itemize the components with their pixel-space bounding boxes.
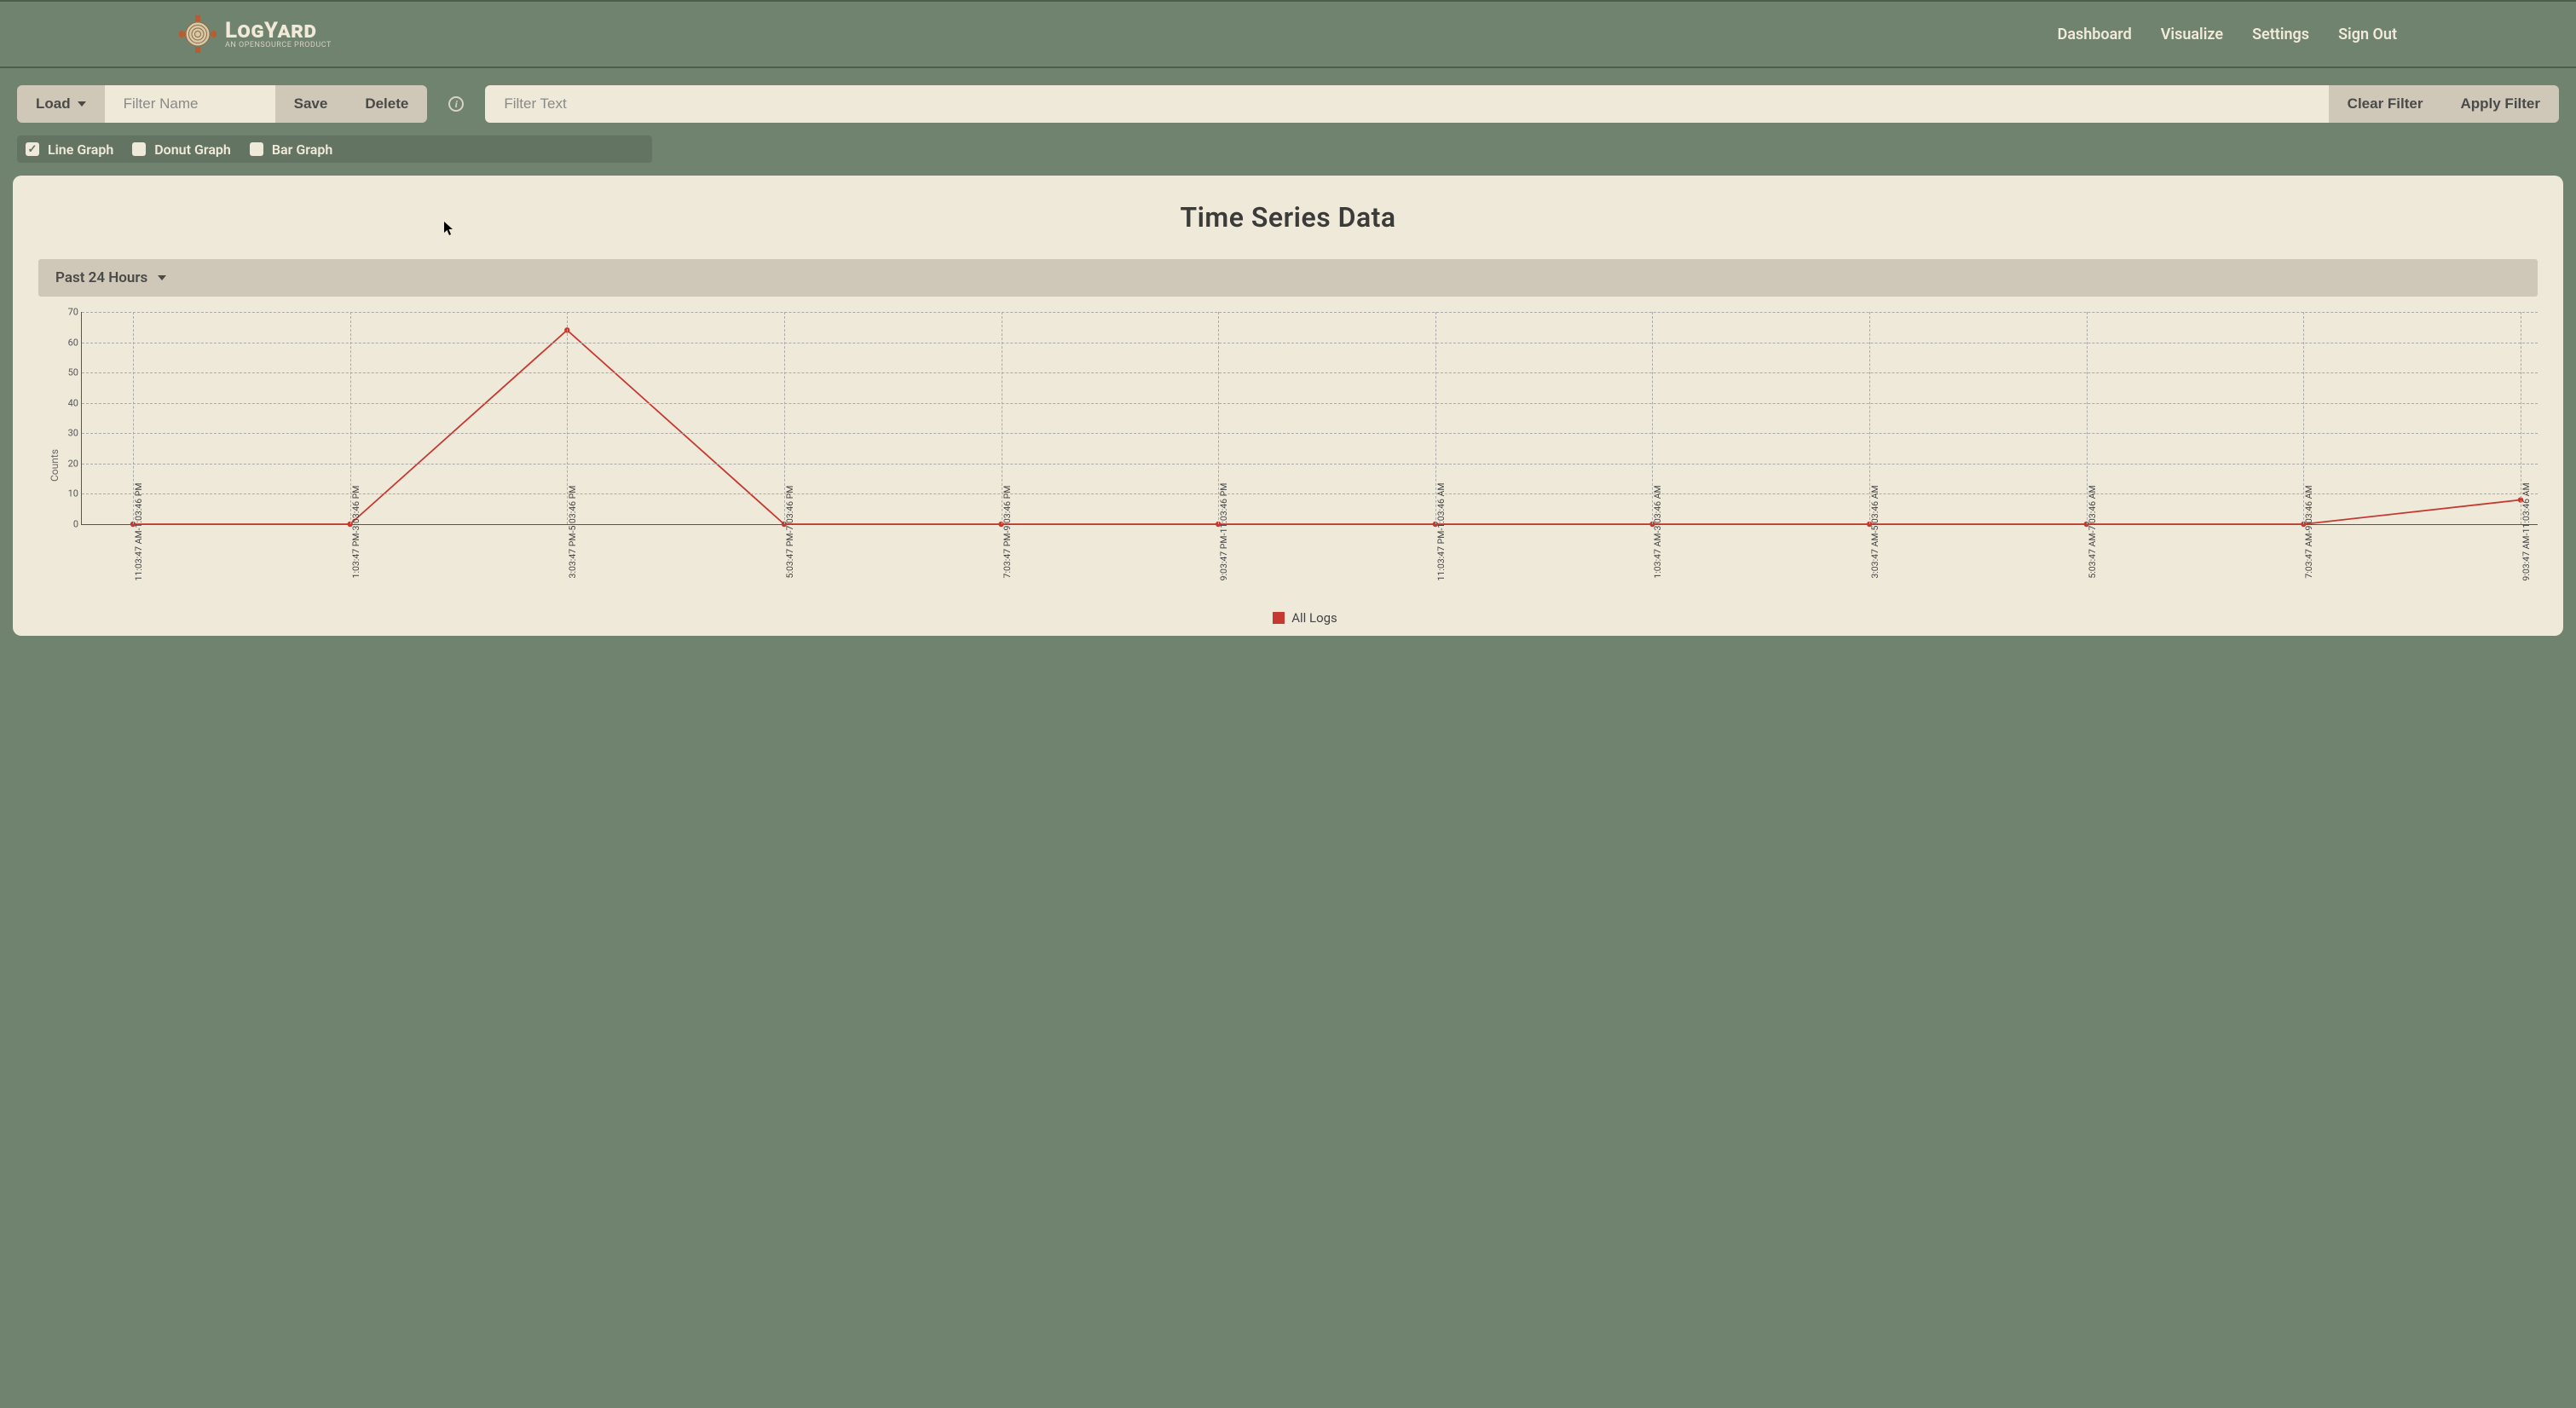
filter-crud-group: Load Save Delete xyxy=(17,85,427,123)
chart-area: Counts 01020304050607011:03:47 AM-1:03:4… xyxy=(38,312,2538,619)
filter-text-input[interactable] xyxy=(504,95,2309,113)
chart-series xyxy=(82,312,2538,524)
chart-panel: Time Series Data Past 24 Hours Counts 01… xyxy=(13,176,2563,636)
chevron-down-icon xyxy=(158,275,166,280)
toggle-donut-graph-label: Donut Graph xyxy=(154,141,231,158)
brand-name: LogYard xyxy=(225,20,332,42)
nav-dashboard[interactable]: Dashboard xyxy=(2058,26,2132,43)
clear-filter-button[interactable]: Clear Filter xyxy=(2329,85,2442,123)
nav-visualize[interactable]: Visualize xyxy=(2161,26,2223,43)
toggle-bar-graph[interactable]: Bar Graph xyxy=(250,141,332,158)
time-range-label: Past 24 Hours xyxy=(55,269,147,286)
top-navbar: LogYard AN OPENSOURCE PRODUCT Dashboard … xyxy=(0,0,2576,68)
toggle-bar-graph-label: Bar Graph xyxy=(272,141,332,158)
delete-button[interactable]: Delete xyxy=(346,85,427,123)
toggle-line-graph[interactable]: Line Graph xyxy=(26,141,113,158)
filter-toolbar: Load Save Delete i Clear Filter Apply Fi… xyxy=(0,68,2576,123)
nav-signout[interactable]: Sign Out xyxy=(2338,26,2397,43)
save-button[interactable]: Save xyxy=(275,85,347,123)
logo-icon xyxy=(179,15,217,53)
nav-links: Dashboard Visualize Settings Sign Out xyxy=(2058,26,2397,43)
chevron-down-icon xyxy=(78,101,86,107)
filter-name-input-wrap[interactable] xyxy=(105,85,275,123)
load-button[interactable]: Load xyxy=(17,85,105,123)
toggle-line-graph-label: Line Graph xyxy=(48,141,113,158)
checkbox-icon xyxy=(26,142,39,156)
brand: LogYard AN OPENSOURCE PRODUCT xyxy=(179,15,332,53)
checkbox-icon xyxy=(250,142,263,156)
filter-text-group: Clear Filter Apply Filter xyxy=(485,85,2559,123)
checkbox-icon xyxy=(132,142,146,156)
legend-swatch xyxy=(1273,612,1285,624)
plot-region: 01020304050607011:03:47 AM-1:03:46 PM1:0… xyxy=(81,312,2538,525)
nav-settings[interactable]: Settings xyxy=(2252,26,2309,43)
load-button-label: Load xyxy=(36,95,71,113)
chart-legend: All Logs xyxy=(72,610,2538,626)
chart-title: Time Series Data xyxy=(38,201,2538,234)
filter-name-input[interactable] xyxy=(124,95,257,113)
brand-tagline: AN OPENSOURCE PRODUCT xyxy=(225,42,332,49)
toggle-donut-graph[interactable]: Donut Graph xyxy=(132,141,231,158)
info-icon[interactable]: i xyxy=(448,96,464,112)
legend-label: All Logs xyxy=(1291,610,1337,626)
time-range-dropdown[interactable]: Past 24 Hours xyxy=(38,259,2538,297)
graph-type-toggles: Line Graph Donut Graph Bar Graph xyxy=(17,136,652,163)
filter-text-input-wrap[interactable] xyxy=(485,85,2328,123)
apply-filter-button[interactable]: Apply Filter xyxy=(2441,85,2559,123)
